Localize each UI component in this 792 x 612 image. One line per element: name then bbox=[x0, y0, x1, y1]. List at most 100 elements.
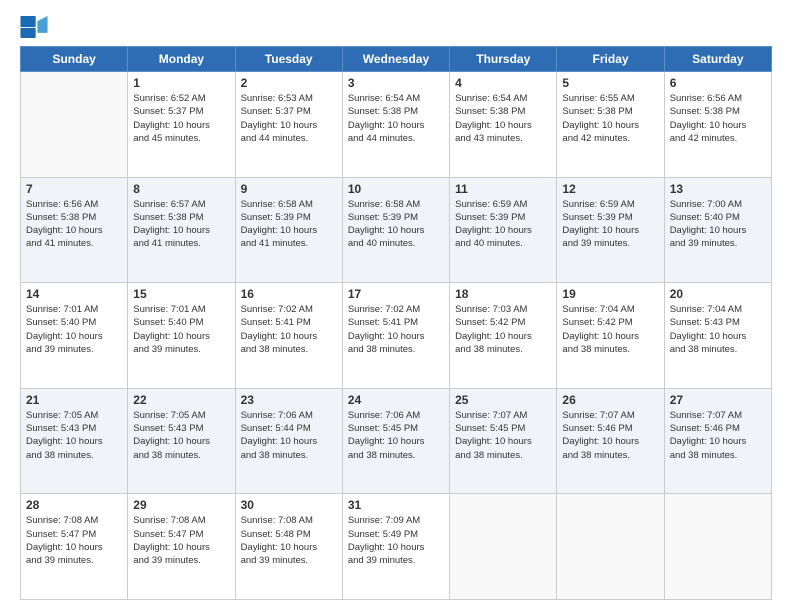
day-info: Sunrise: 6:59 AM Sunset: 5:39 PM Dayligh… bbox=[562, 198, 658, 251]
weekday-wednesday: Wednesday bbox=[342, 47, 449, 72]
day-info: Sunrise: 6:56 AM Sunset: 5:38 PM Dayligh… bbox=[26, 198, 122, 251]
day-number: 5 bbox=[562, 76, 658, 90]
day-cell: 7Sunrise: 6:56 AM Sunset: 5:38 PM Daylig… bbox=[21, 177, 128, 283]
day-number: 3 bbox=[348, 76, 444, 90]
day-cell: 27 Sunrise: 7:07 AM Sunset: 5:46 PM Dayli… bbox=[664, 388, 771, 494]
day-number: 1 bbox=[133, 76, 229, 90]
day-cell: 1 Sunrise: 6:52 AM Sunset: 5:37 PM Daylig… bbox=[128, 72, 235, 178]
day-number: 12 bbox=[562, 182, 658, 196]
weekday-tuesday: Tuesday bbox=[235, 47, 342, 72]
day-info: Sunrise: 7:08 AM Sunset: 5:47 PM Dayligh… bbox=[26, 514, 122, 567]
day-info: Sunrise: 6:56 AM Sunset: 5:38 PM Dayligh… bbox=[670, 92, 766, 145]
day-cell: 5 Sunrise: 6:55 AM Sunset: 5:38 PM Daylig… bbox=[557, 72, 664, 178]
day-info: Sunrise: 6:57 AM Sunset: 5:38 PM Dayligh… bbox=[133, 198, 229, 251]
day-cell: 13 Sunrise: 7:00 AM Sunset: 5:40 PM Dayli… bbox=[664, 177, 771, 283]
day-cell: 22 Sunrise: 7:05 AM Sunset: 5:43 PM Dayli… bbox=[128, 388, 235, 494]
day-cell bbox=[664, 494, 771, 600]
day-info: Sunrise: 7:07 AM Sunset: 5:46 PM Dayligh… bbox=[562, 409, 658, 462]
day-number: 26 bbox=[562, 393, 658, 407]
day-cell: 3 Sunrise: 6:54 AM Sunset: 5:38 PM Daylig… bbox=[342, 72, 449, 178]
page: SundayMondayTuesdayWednesdayThursdayFrid… bbox=[0, 0, 792, 612]
day-info: Sunrise: 7:01 AM Sunset: 5:40 PM Dayligh… bbox=[26, 303, 122, 356]
day-cell: 26 Sunrise: 7:07 AM Sunset: 5:46 PM Dayli… bbox=[557, 388, 664, 494]
logo-icon bbox=[20, 16, 48, 38]
day-number: 24 bbox=[348, 393, 444, 407]
day-cell: 12 Sunrise: 6:59 AM Sunset: 5:39 PM Dayli… bbox=[557, 177, 664, 283]
day-cell: 30 Sunrise: 7:08 AM Sunset: 5:48 PM Dayli… bbox=[235, 494, 342, 600]
day-number: 2 bbox=[241, 76, 337, 90]
header bbox=[20, 16, 772, 38]
day-info: Sunrise: 7:04 AM Sunset: 5:43 PM Dayligh… bbox=[670, 303, 766, 356]
day-cell: 14 Sunrise: 7:01 AM Sunset: 5:40 PM Dayli… bbox=[21, 283, 128, 389]
day-number: 8 bbox=[133, 182, 229, 196]
day-number: 13 bbox=[670, 182, 766, 196]
day-info: Sunrise: 6:52 AM Sunset: 5:37 PM Dayligh… bbox=[133, 92, 229, 145]
day-info: Sunrise: 6:54 AM Sunset: 5:38 PM Dayligh… bbox=[455, 92, 551, 145]
weekday-friday: Friday bbox=[557, 47, 664, 72]
day-cell: 21 Sunrise: 7:05 AM Sunset: 5:43 PM Dayli… bbox=[21, 388, 128, 494]
day-info: Sunrise: 7:07 AM Sunset: 5:45 PM Dayligh… bbox=[455, 409, 551, 462]
weekday-monday: Monday bbox=[128, 47, 235, 72]
day-number: 15 bbox=[133, 287, 229, 301]
day-info: Sunrise: 7:09 AM Sunset: 5:49 PM Dayligh… bbox=[348, 514, 444, 567]
day-cell bbox=[21, 72, 128, 178]
day-number: 4 bbox=[455, 76, 551, 90]
logo bbox=[20, 16, 52, 38]
day-info: Sunrise: 7:05 AM Sunset: 5:43 PM Dayligh… bbox=[133, 409, 229, 462]
day-info: Sunrise: 7:05 AM Sunset: 5:43 PM Dayligh… bbox=[26, 409, 122, 462]
weekday-thursday: Thursday bbox=[450, 47, 557, 72]
day-number: 6 bbox=[670, 76, 766, 90]
day-cell: 24 Sunrise: 7:06 AM Sunset: 5:45 PM Dayli… bbox=[342, 388, 449, 494]
day-info: Sunrise: 6:59 AM Sunset: 5:39 PM Dayligh… bbox=[455, 198, 551, 251]
day-cell: 10Sunrise: 6:58 AM Sunset: 5:39 PM Dayli… bbox=[342, 177, 449, 283]
day-number: 17 bbox=[348, 287, 444, 301]
day-info: Sunrise: 7:07 AM Sunset: 5:46 PM Dayligh… bbox=[670, 409, 766, 462]
day-number: 19 bbox=[562, 287, 658, 301]
day-info: Sunrise: 7:08 AM Sunset: 5:48 PM Dayligh… bbox=[241, 514, 337, 567]
week-row-5: 28 Sunrise: 7:08 AM Sunset: 5:47 PM Dayli… bbox=[21, 494, 772, 600]
day-cell: 28 Sunrise: 7:08 AM Sunset: 5:47 PM Dayli… bbox=[21, 494, 128, 600]
day-cell: 15 Sunrise: 7:01 AM Sunset: 5:40 PM Dayli… bbox=[128, 283, 235, 389]
day-number: 14 bbox=[26, 287, 122, 301]
day-info: Sunrise: 7:06 AM Sunset: 5:45 PM Dayligh… bbox=[348, 409, 444, 462]
day-number: 18 bbox=[455, 287, 551, 301]
day-info: Sunrise: 6:53 AM Sunset: 5:37 PM Dayligh… bbox=[241, 92, 337, 145]
day-number: 27 bbox=[670, 393, 766, 407]
week-row-4: 21 Sunrise: 7:05 AM Sunset: 5:43 PM Dayli… bbox=[21, 388, 772, 494]
day-info: Sunrise: 7:02 AM Sunset: 5:41 PM Dayligh… bbox=[241, 303, 337, 356]
calendar-table: SundayMondayTuesdayWednesdayThursdayFrid… bbox=[20, 46, 772, 600]
day-cell: 4 Sunrise: 6:54 AM Sunset: 5:38 PM Daylig… bbox=[450, 72, 557, 178]
day-cell: 2 Sunrise: 6:53 AM Sunset: 5:37 PM Daylig… bbox=[235, 72, 342, 178]
day-number: 31 bbox=[348, 498, 444, 512]
day-info: Sunrise: 7:02 AM Sunset: 5:41 PM Dayligh… bbox=[348, 303, 444, 356]
day-cell: 18 Sunrise: 7:03 AM Sunset: 5:42 PM Dayli… bbox=[450, 283, 557, 389]
day-cell bbox=[557, 494, 664, 600]
day-cell: 29Sunrise: 7:08 AM Sunset: 5:47 PM Dayli… bbox=[128, 494, 235, 600]
day-cell: 6 Sunrise: 6:56 AM Sunset: 5:38 PM Daylig… bbox=[664, 72, 771, 178]
day-number: 21 bbox=[26, 393, 122, 407]
day-cell: 8 Sunrise: 6:57 AM Sunset: 5:38 PM Daylig… bbox=[128, 177, 235, 283]
day-number: 25 bbox=[455, 393, 551, 407]
day-cell: 25 Sunrise: 7:07 AM Sunset: 5:45 PM Dayli… bbox=[450, 388, 557, 494]
day-number: 28 bbox=[26, 498, 122, 512]
day-number: 23 bbox=[241, 393, 337, 407]
day-cell: 31 Sunrise: 7:09 AM Sunset: 5:49 PM Dayli… bbox=[342, 494, 449, 600]
day-number: 29 bbox=[133, 498, 229, 512]
day-info: Sunrise: 6:54 AM Sunset: 5:38 PM Dayligh… bbox=[348, 92, 444, 145]
day-info: Sunrise: 7:03 AM Sunset: 5:42 PM Dayligh… bbox=[455, 303, 551, 356]
day-info: Sunrise: 7:04 AM Sunset: 5:42 PM Dayligh… bbox=[562, 303, 658, 356]
day-info: Sunrise: 6:55 AM Sunset: 5:38 PM Dayligh… bbox=[562, 92, 658, 145]
weekday-sunday: Sunday bbox=[21, 47, 128, 72]
day-number: 30 bbox=[241, 498, 337, 512]
day-info: Sunrise: 7:01 AM Sunset: 5:40 PM Dayligh… bbox=[133, 303, 229, 356]
day-number: 22 bbox=[133, 393, 229, 407]
day-number: 11 bbox=[455, 182, 551, 196]
day-number: 10 bbox=[348, 182, 444, 196]
day-info: Sunrise: 7:06 AM Sunset: 5:44 PM Dayligh… bbox=[241, 409, 337, 462]
weekday-header-row: SundayMondayTuesdayWednesdayThursdayFrid… bbox=[21, 47, 772, 72]
day-info: Sunrise: 7:00 AM Sunset: 5:40 PM Dayligh… bbox=[670, 198, 766, 251]
day-number: 16 bbox=[241, 287, 337, 301]
day-cell: 19 Sunrise: 7:04 AM Sunset: 5:42 PM Dayli… bbox=[557, 283, 664, 389]
day-number: 20 bbox=[670, 287, 766, 301]
weekday-saturday: Saturday bbox=[664, 47, 771, 72]
